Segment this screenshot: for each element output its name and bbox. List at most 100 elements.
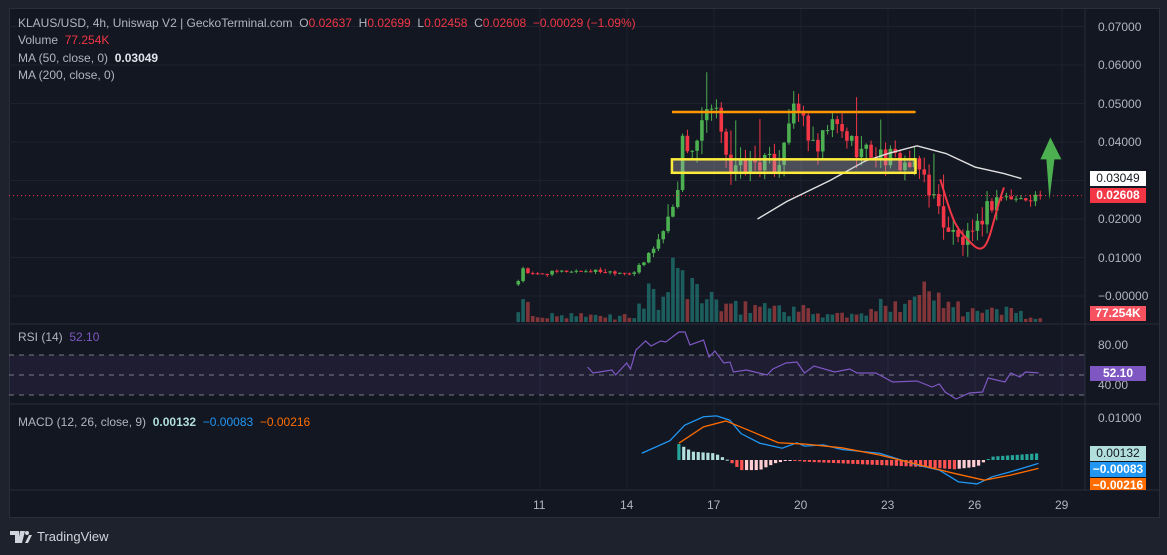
candle-body [598,269,603,272]
volume-bar [671,257,675,322]
candle-body [671,206,675,217]
macd-histogram-bar [885,460,889,466]
volume-bar [758,306,762,322]
candle-body [840,124,844,132]
ma50-value: 0.03049 [114,51,159,65]
macd-histogram-bar [730,460,734,464]
macd-histogram-bar [986,459,990,461]
macd-histogram-bar [812,460,816,463]
ma200-legend[interactable]: MA (200, close, 0) [18,68,115,82]
candle-body [1009,196,1014,200]
macd-histogram-bar [976,460,981,466]
volume-bar [695,284,699,322]
macd-histogram-bar [1001,455,1005,460]
macd-value: −0.00083 [202,415,254,429]
candle-body [588,271,593,273]
macd-histogram-bar [764,460,768,468]
ma50-label: MA (50, close, 0) [18,51,109,65]
candle-body [579,270,583,272]
macd-histogram-bar [701,452,705,460]
candle-body [627,273,632,275]
volume-legend[interactable]: Volume 77.254K [18,33,109,47]
macd-histogram-bar [788,460,792,461]
candle-body [593,269,598,272]
ma50-legend[interactable]: MA (50, close, 0) 0.03049 [18,51,158,65]
candle-body [685,135,690,152]
macd-histogram-bar [802,460,807,462]
candle-body [806,115,811,141]
volume-bar [888,311,893,322]
volume-bar [632,318,637,322]
signal-value: −0.00216 [259,415,311,429]
macd-axis-label: 0.01000 [1098,411,1142,425]
macd-histogram-bar [725,459,729,461]
candle-body [811,139,815,141]
macd-histogram-bar [682,446,686,460]
volume-bar [526,301,530,322]
macd-histogram-bar [870,460,874,465]
volume-bar [579,313,583,322]
candle-body [535,273,540,275]
macd-histogram-bar [957,460,961,469]
volume-bar [932,300,936,322]
candle-body [869,144,873,158]
volume-bar [555,316,559,322]
volume-bar [685,299,690,322]
volume-bar [999,314,1004,322]
macd-label: MACD (12, 26, close, 9) [18,415,147,429]
candle-body [545,274,550,276]
candle-body [946,227,951,232]
volume-bar [951,307,956,322]
support-zone-box [670,158,917,175]
candle-body [646,252,651,263]
candle-body [941,206,946,228]
macd-histogram-bar [947,460,952,469]
candle-body [574,270,579,272]
volume-bar [622,314,627,322]
volume-bar [816,313,820,322]
candle-body [661,231,666,240]
volume-bar [564,318,569,322]
candle-body [656,239,661,249]
macd-histogram-bar [938,460,942,469]
volume-bar [704,299,709,322]
macd-histogram-bar [856,460,860,465]
volume-bar [574,316,579,322]
candle-body [980,220,985,225]
volume-bar [743,301,748,322]
price-axis-label: 0.02000 [1098,212,1142,226]
time-axis-label: 23 [881,498,895,512]
open-value: 0.02637 [308,16,352,30]
macd-legend[interactable]: MACD (12, 26, close, 9) 0.00132 −0.00083… [18,415,310,429]
rsi-legend[interactable]: RSI (14) 52.10 [18,330,99,344]
candle-body [569,271,574,273]
candle-body [516,281,521,285]
macd-histogram-bar [875,460,879,465]
chart-canvas[interactable] [0,0,1167,555]
volume-bar [748,313,753,322]
macd-histogram-bar [851,460,855,464]
volume-bar [820,317,825,322]
volume-bar [521,299,525,322]
volume-bar [753,305,757,322]
volume-bar [830,314,835,322]
candle-body [564,270,569,272]
close-label: C [474,16,483,30]
volume-bar [656,309,661,322]
volume-bar [796,311,801,322]
candle-body [922,169,927,175]
macd-histogram-bar [686,449,691,460]
tradingview-brand[interactable]: TradingView [10,529,109,544]
candle-body [951,229,956,232]
candle-body [787,123,791,143]
symbol-title[interactable]: KLAUS/USD, 4h, Uniswap V2 | GeckoTermina… [18,16,293,30]
candle-body [791,103,796,124]
rsi-label: RSI (14) [18,330,63,344]
candle-body [990,201,994,211]
volume-bar [680,270,685,322]
volume-bar [627,317,632,322]
candle-body [864,144,869,149]
volume-bar [965,311,970,322]
volume-bar [1023,318,1028,322]
volume-bar [782,312,786,322]
